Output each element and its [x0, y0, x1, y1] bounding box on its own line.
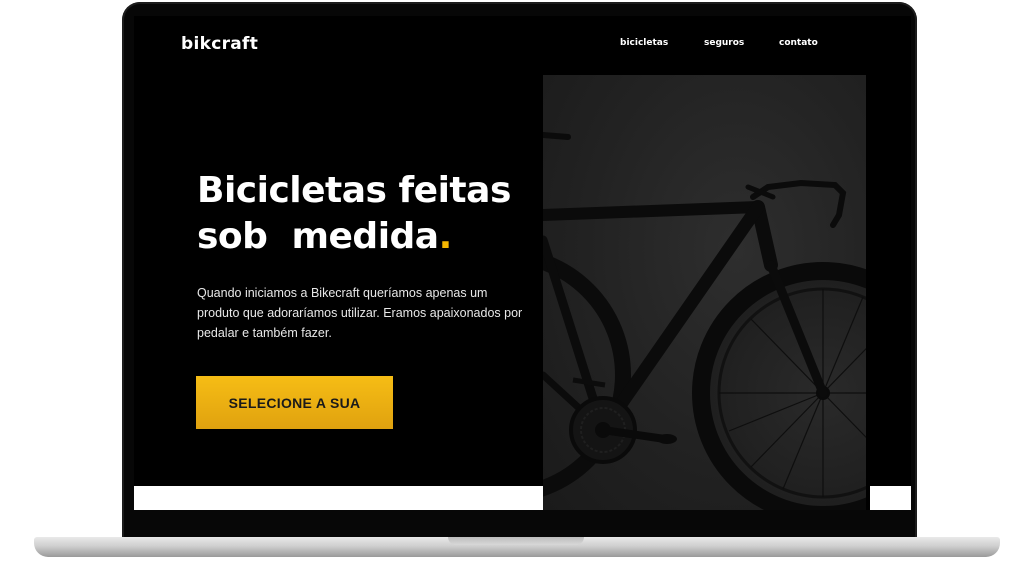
hero-title: Bicicletas feitas sob medida.	[197, 168, 537, 260]
footer-strip-right	[870, 486, 911, 510]
bicycle-illustration	[543, 132, 866, 510]
laptop-screen: bikcraft bicicletas seguros contato Bici…	[134, 16, 911, 510]
select-bike-button[interactable]: SELECIONE A SUA	[196, 376, 393, 429]
nav-link-contato[interactable]: contato	[779, 38, 818, 48]
laptop-notch	[448, 537, 584, 545]
footer-strip-left	[134, 486, 543, 510]
hero-title-line2-wrap: sob medida.	[197, 214, 537, 260]
hero-description: Quando iniciamos a Bikecraft queríamos a…	[197, 286, 523, 340]
nav-link-seguros[interactable]: seguros	[704, 38, 744, 48]
hero-title-line1: Bicicletas feitas	[197, 170, 511, 211]
nav-link-bicicletas[interactable]: bicicletas	[620, 38, 668, 48]
hero-title-line2: sob medida	[197, 216, 439, 257]
hero-title-dot: .	[438, 216, 453, 257]
hero-bike-image	[543, 75, 866, 510]
logo[interactable]: bikcraft	[181, 34, 258, 54]
